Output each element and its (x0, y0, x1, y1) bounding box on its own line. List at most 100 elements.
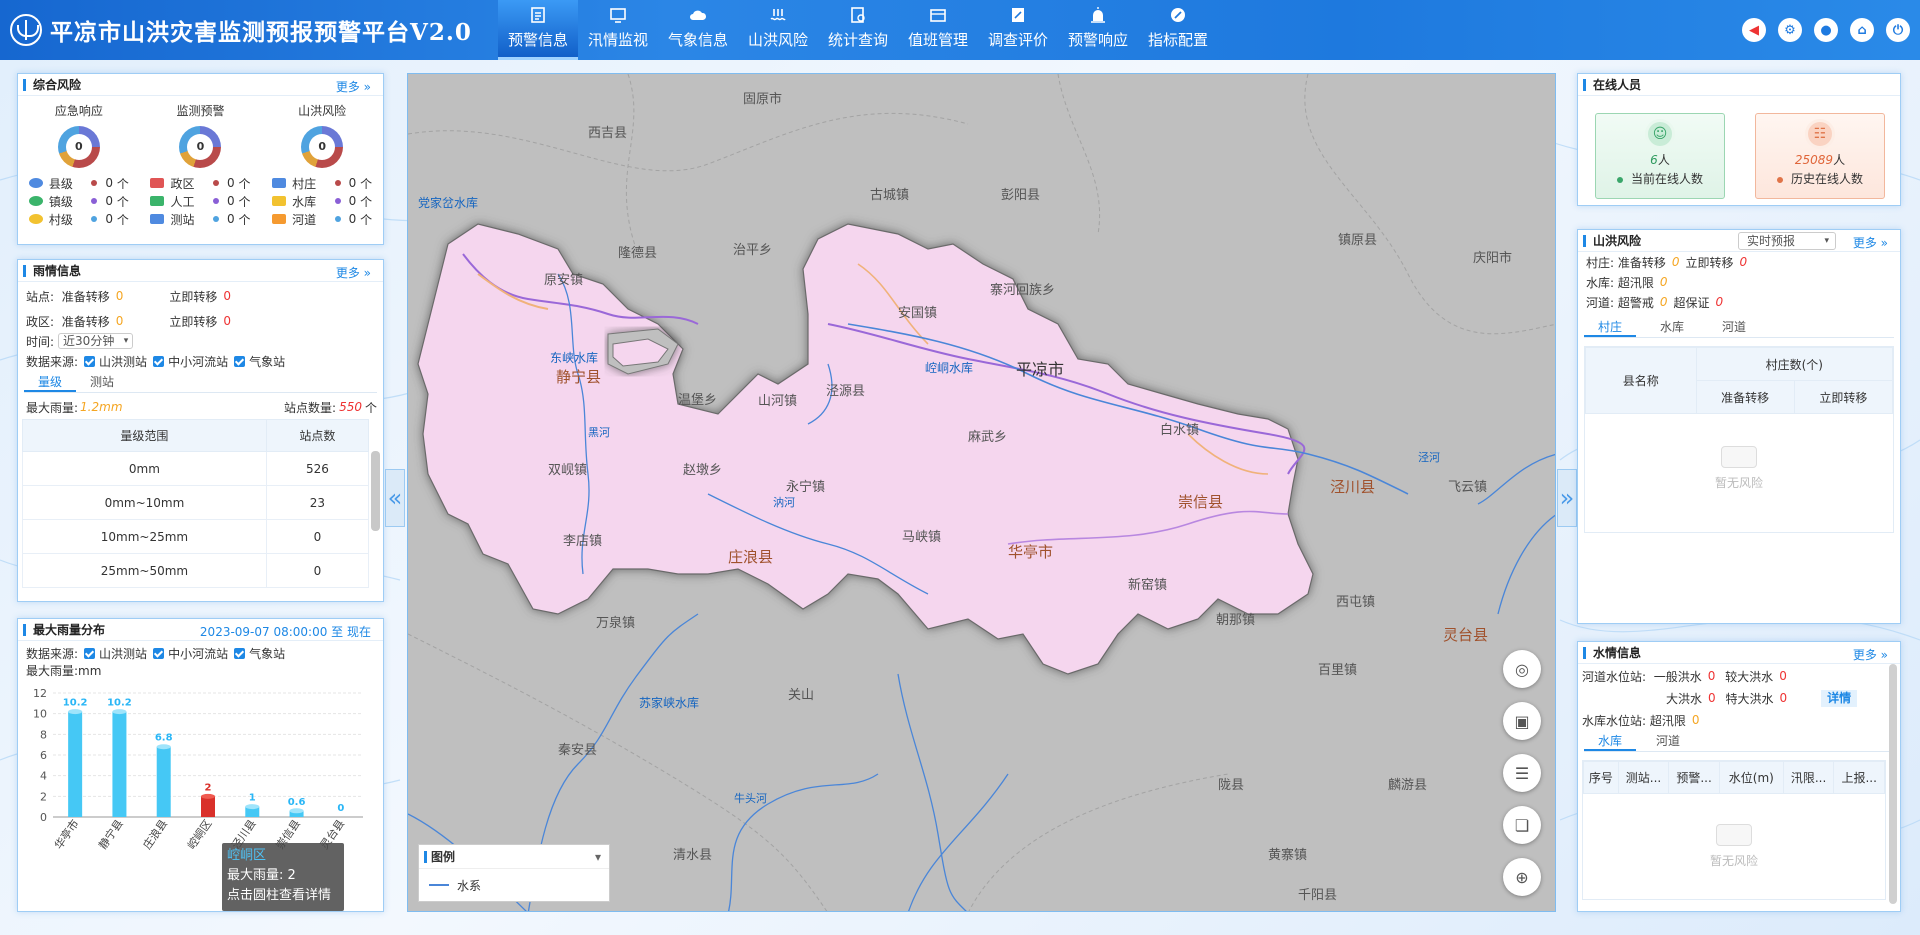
risk-more-link[interactable]: 更多 (336, 78, 371, 95)
collapse-left-button[interactable]: « (385, 469, 405, 527)
map-label: 崇信县 (1178, 493, 1224, 511)
reservoir-icon (272, 196, 287, 206)
checkbox-weather-station[interactable] (234, 355, 246, 367)
nav-item-config[interactable]: 指标配置 (1138, 0, 1218, 60)
map-label: 彭阳县 (1001, 188, 1041, 203)
rain-more-link[interactable]: 更多 (336, 264, 371, 281)
map-label: 安国镇 (898, 306, 938, 321)
risk-legend-monitoring: 政区 0 个 人工 0 个 测站 0 个 (150, 174, 250, 228)
flood-icon (769, 6, 787, 24)
map-label: 崆峒水库 (925, 361, 974, 375)
empty-box-icon (1721, 446, 1757, 468)
county-icon (28, 178, 43, 188)
village-house-icon (272, 178, 287, 188)
nav-item-stats[interactable]: 统计查询 (818, 0, 898, 60)
detail-button[interactable]: 详情 (1821, 689, 1858, 707)
nav-item-flood-monitor[interactable]: 汛情监视 (578, 0, 658, 60)
map-legend[interactable]: 图例 水系 (418, 844, 610, 902)
tab-station[interactable]: 测站 (76, 371, 128, 392)
checkbox-mountain-station[interactable] (84, 355, 96, 367)
map-label: 汭河 (773, 496, 795, 509)
basemap-icon[interactable]: ⊕ (1503, 858, 1541, 896)
bar[interactable] (156, 746, 171, 817)
layers-icon[interactable]: ❏ (1503, 806, 1541, 844)
list-icon[interactable]: ☰ (1503, 754, 1541, 792)
nav-item-warning[interactable]: 预警信息 (498, 0, 578, 60)
collapse-right-button[interactable]: » (1557, 469, 1577, 527)
map-label: 党家岔水库 (418, 196, 479, 210)
flood-more-link[interactable]: 更多 (1853, 234, 1888, 251)
data-label: 0 (337, 803, 344, 814)
max-rain-title: 最大雨量分布 (33, 623, 106, 637)
toolbox-icon[interactable]: ▣ (1503, 702, 1541, 740)
online-panel: 在线人员 ☺ 6人 当前在线人数 ☷ 25089人 历史在线人数 (1577, 73, 1901, 206)
user-icon[interactable]: ● (1814, 18, 1838, 42)
main-nav: 预警信息 汛情监视 气象信息 山洪风险 统计查询 值班管理 调查评价 预警响应 … (498, 0, 1218, 60)
map-label: 永宁镇 (786, 480, 826, 495)
max-rain-unit: 最大雨量:mm (26, 663, 102, 678)
rain-panel-title: 雨情信息 (33, 264, 82, 278)
tab-village[interactable]: 村庄 (1584, 316, 1637, 337)
checkbox-river-station[interactable] (153, 355, 165, 367)
map-label: 镇原县 (1338, 233, 1378, 248)
map-label: 寨河回族乡 (990, 283, 1056, 298)
cloud-icon (689, 6, 707, 24)
chevron-down-icon: ▾ (1824, 236, 1829, 246)
empty-box-icon (1716, 824, 1752, 846)
reservoir-table: 序号 测站... 预警... 水位(m) 汛限... 上报... 暂无风险 (1582, 760, 1886, 900)
map-label: 固原市 (743, 92, 783, 107)
map-label: 飞云镇 (1448, 480, 1488, 495)
tab-level[interactable]: 量级 (24, 371, 77, 392)
power-icon[interactable]: ⏻ (1886, 18, 1910, 42)
bar[interactable] (201, 796, 215, 817)
map-label: 百里镇 (1318, 663, 1358, 678)
risk-group-emergency: 应急响应 0 (31, 102, 127, 168)
tab-reservoir[interactable]: 水库 (1584, 730, 1637, 751)
config-icon (1169, 6, 1187, 24)
table-row[interactable]: 0mm 526 (22, 451, 370, 486)
nav-item-response[interactable]: 预警响应 (1058, 0, 1138, 60)
table-row[interactable]: 0mm~10mm 23 (22, 485, 370, 520)
history-online-card: ☷ 25089人 历史在线人数 (1755, 113, 1885, 199)
table-row[interactable]: 25mm~50mm 0 (22, 553, 370, 588)
table-row[interactable]: 10mm~25mm 0 (22, 519, 370, 554)
flood-risk-title: 山洪风险 (1593, 234, 1642, 248)
tab-river[interactable]: 河道 (1642, 730, 1694, 751)
nav-item-flood-risk[interactable]: 山洪风险 (738, 0, 818, 60)
rain-source-filter: 数据来源: 山洪测站 中小河流站 气象站 (26, 354, 286, 369)
globe-icon[interactable]: ◎ (1503, 650, 1541, 688)
stats-icon (849, 6, 867, 24)
map-label: 麟游县 (1388, 778, 1428, 793)
forecast-select[interactable]: 实时预报 ▾ (1738, 232, 1836, 250)
time-select[interactable]: 近30分钟 ▾ (58, 333, 134, 349)
checkbox-weather-station[interactable] (234, 647, 246, 659)
monitor-icon (609, 6, 627, 24)
checkbox-mountain-station[interactable] (84, 647, 96, 659)
map-view[interactable]: 固原市 西吉县 党家岔水库 隆德县 静宁县 东峡水库 原安镇 治平乡 双岘镇 赵… (407, 73, 1556, 912)
gear-icon[interactable]: ⚙ (1778, 18, 1802, 42)
data-label: 6.8 (155, 733, 173, 744)
scrollbar[interactable] (1889, 664, 1897, 904)
home-icon[interactable]: ⌂ (1850, 18, 1874, 42)
x-tick-label: 崆峒区 (184, 817, 214, 852)
tab-river[interactable]: 河道 (1708, 316, 1760, 337)
nav-item-survey[interactable]: 调查评价 (978, 0, 1058, 60)
map-label: 隆德县 (618, 246, 658, 261)
risk-group-flood: 山洪风险 0 (274, 102, 370, 168)
scrollbar[interactable] (371, 451, 380, 531)
river-icon (272, 214, 287, 224)
speaker-icon[interactable]: ◀ (1742, 18, 1766, 42)
map-label: 万泉镇 (596, 616, 636, 631)
map-label: 东峡水库 (550, 351, 599, 365)
checkbox-river-station[interactable] (153, 647, 165, 659)
bar[interactable] (112, 711, 127, 817)
bar[interactable] (68, 711, 83, 817)
tab-reservoir[interactable]: 水库 (1646, 316, 1698, 337)
nav-item-weather[interactable]: 气象信息 (658, 0, 738, 60)
map-label: 李店镇 (563, 534, 603, 549)
donut-chart: 0 (179, 126, 222, 168)
water-more-link[interactable]: 更多 (1853, 646, 1888, 663)
top-header: 平凉市山洪灾害监测预报预警平台V2.0 预警信息 汛情监视 气象信息 山洪风险 … (0, 0, 1920, 60)
map-label: 泾源县 (826, 384, 866, 399)
nav-item-duty[interactable]: 值班管理 (898, 0, 978, 60)
